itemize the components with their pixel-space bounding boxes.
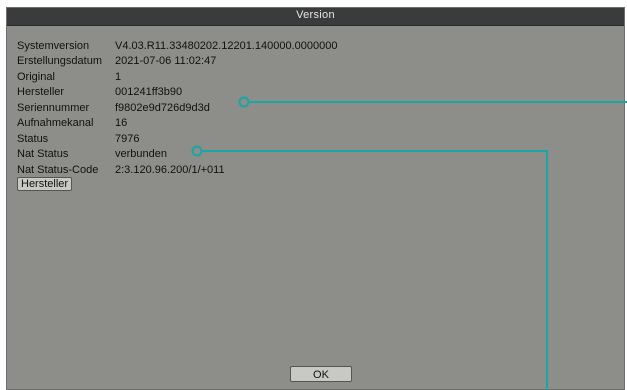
version-info-table: Systemversion V4.03.R11.33480202.12201.1… <box>17 38 337 178</box>
screen: Version Systemversion V4.03.R11.33480202… <box>0 0 627 390</box>
info-label: Erstellungsdatum <box>17 55 102 68</box>
version-dialog: Version Systemversion V4.03.R11.33480202… <box>6 7 625 390</box>
info-row-erstellungsdatum: Erstellungsdatum 2021-07-06 11:02:47 <box>17 54 337 70</box>
info-label: Aufnahmekanal <box>17 117 94 130</box>
info-value: verbunden <box>115 148 167 161</box>
info-row-hersteller: Hersteller 001241ff3b90 <box>17 85 337 101</box>
info-label: Status <box>17 132 49 145</box>
info-row-nat-status: Nat Status verbunden <box>17 147 337 163</box>
info-row-seriennummer: Seriennummer f9802e9d726d9d3d <box>17 100 337 116</box>
title-bar: Version <box>7 8 624 26</box>
info-row-status: Status 7976 <box>17 131 337 147</box>
info-value: 2021-07-06 11:02:47 <box>115 55 217 68</box>
info-label: Nat Status <box>17 148 69 161</box>
info-label: Seriennummer <box>17 101 90 114</box>
info-value: 7976 <box>115 132 140 145</box>
info-label: Hersteller <box>17 86 65 99</box>
info-value: 1 <box>115 70 122 83</box>
info-value: 001241ff3b90 <box>115 86 183 99</box>
info-label: Original <box>17 70 55 83</box>
info-row-original: Original 1 <box>17 69 337 85</box>
info-value: 2:3.120.96.200/1/+011 <box>115 163 225 176</box>
info-row-aufnahmekanal: Aufnahmekanal 16 <box>17 116 337 132</box>
ok-button[interactable]: OK <box>290 366 352 382</box>
dialog-title: Version <box>296 9 335 21</box>
hersteller-button[interactable]: Hersteller <box>17 177 73 191</box>
info-value: f9802e9d726d9d3d <box>115 101 210 114</box>
info-row-nat-status-code: Nat Status-Code 2:3.120.96.200/1/+011 <box>17 162 337 178</box>
info-label: Nat Status-Code <box>17 163 99 176</box>
info-value: 16 <box>115 117 128 130</box>
info-value: V4.03.R11.33480202.12201.140000.0000000 <box>115 39 338 52</box>
info-label: Systemversion <box>17 39 90 52</box>
info-row-systemversion: Systemversion V4.03.R11.33480202.12201.1… <box>17 38 337 54</box>
